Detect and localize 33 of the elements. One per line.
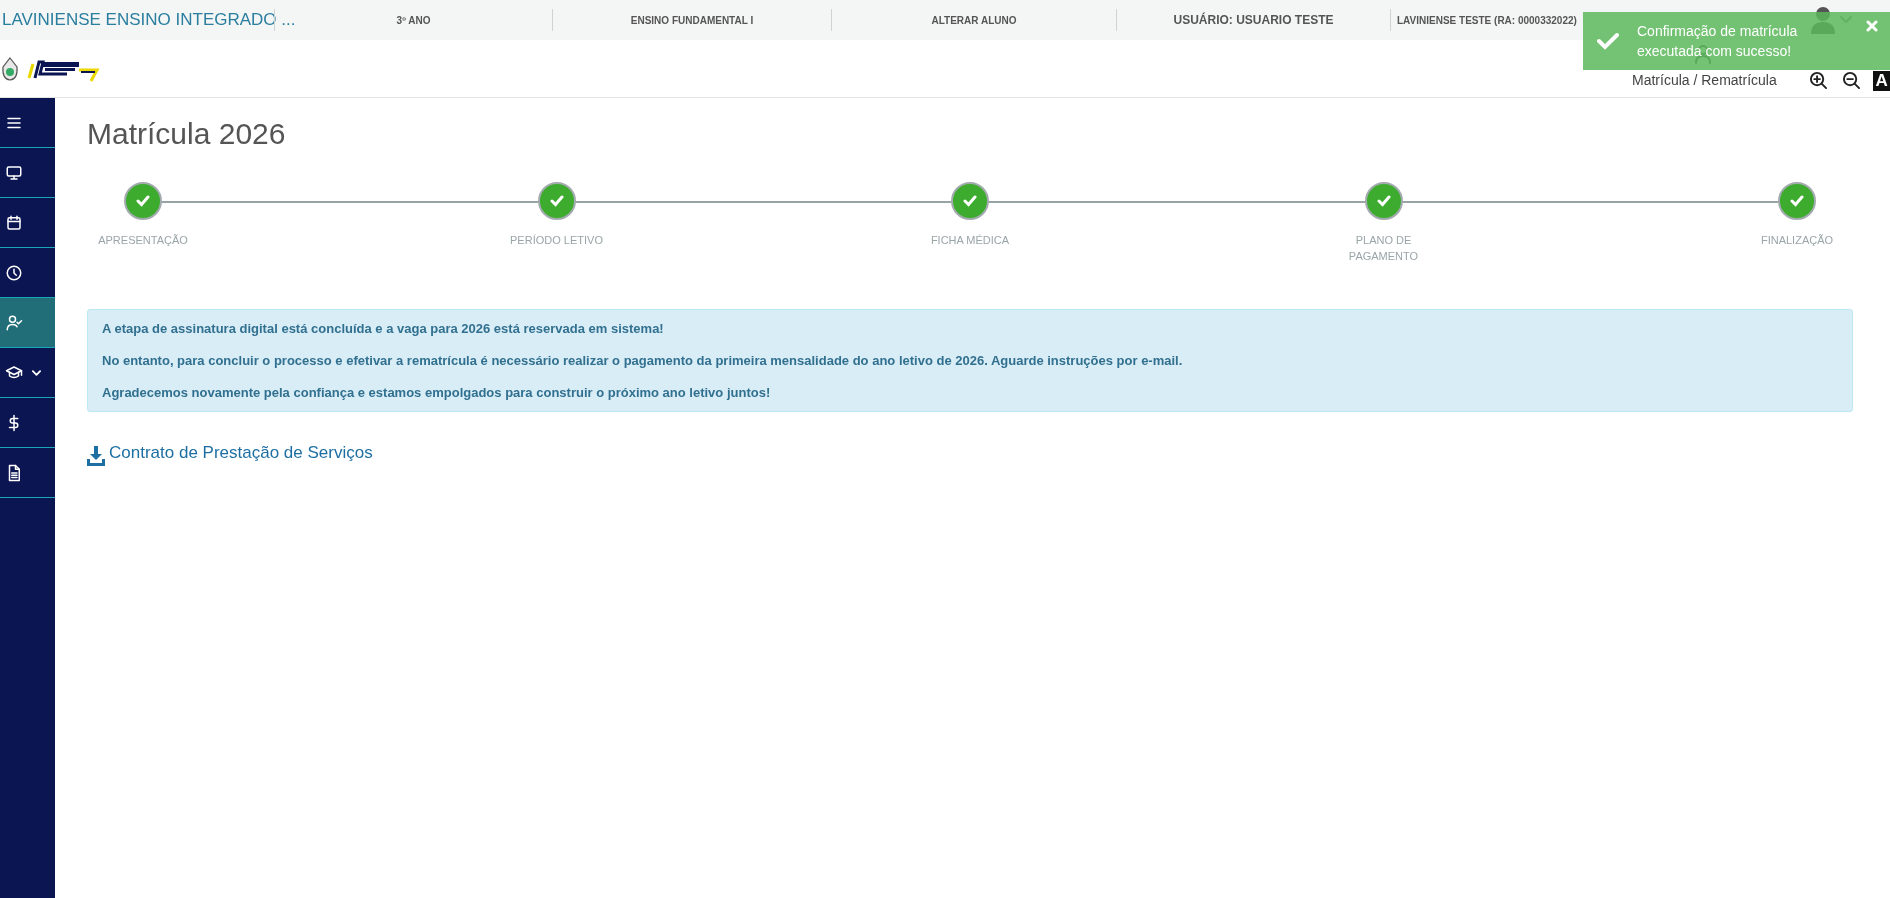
school-name-link[interactable]: LAVINIENSE ENSINO INTEGRADO ... [0,10,296,30]
top-bar-item[interactable]: 3º ANO [396,12,431,28]
student-name: LAVINIENSE TESTE (RA: 0000332022) [1397,13,1577,28]
top-bar-item[interactable]: ENSINO FUNDAMENTAL I [630,12,754,28]
check-icon [1376,195,1391,207]
contrast-button[interactable]: A [1872,70,1890,91]
check-icon [549,195,564,207]
check-icon [963,195,977,207]
page-title: Matrícula 2026 [87,116,287,152]
alert-text: Agradecemos novamente pela confiança e estamos empolgados para construir o próximo ano letivo juntos! [102,384,772,401]
alert-text: No entanto, para concluir o processo e efetivar a rematrícula é necessário realizar o pagamento da primeira mensalidade do ano letivo de 2026. Aguarde instruções por e-mail. [102,352,1184,369]
close-icon [1866,20,1878,32]
breadcrumb: Matrícula / Rematrícula [1632,71,1777,90]
monitor-icon [5,163,23,182]
zoom-in-icon[interactable] [1808,71,1828,90]
step-label: FICHA MÉDICA [930,233,1010,248]
step-label: APRESENTAÇÃO [98,233,188,248]
top-bar-item[interactable]: ALTERAR ALUNO [931,12,1017,28]
contract-download-link[interactable]: Contrato de Prestação de Serviços [87,440,373,466]
check-icon [136,195,150,207]
download-icon [87,445,105,466]
step-label: PERÍODO LETIVO [510,233,603,248]
calendar-icon [5,213,23,232]
check-icon [1597,32,1619,50]
step-label: PLANO DE PAGAMENTO [1347,233,1420,264]
user-check-icon [5,313,23,332]
check-icon [1790,195,1804,207]
step-label: FINALIZAÇÃO [1760,233,1834,248]
top-bar-item[interactable]: USUÁRIO: USUARIO TESTE [1173,11,1334,29]
alert-text: A etapa de assinatura digital está concluída e a vaga para 2026 está reservada em sistema! [102,320,665,337]
toast-message: Confirmação de matrícula executada com sucesso! [1637,22,1799,61]
clock-icon [5,263,23,282]
zoom-out-icon[interactable] [1841,71,1861,90]
